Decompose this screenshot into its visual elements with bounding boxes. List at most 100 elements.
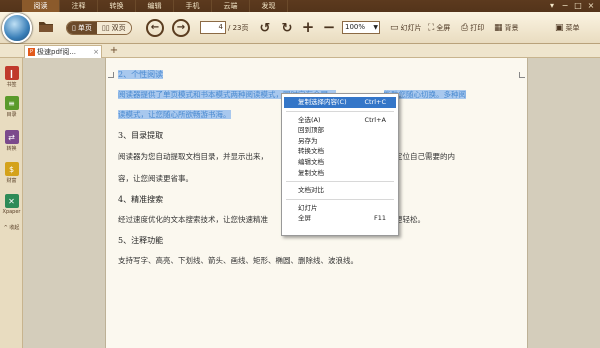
tab-cloud[interactable]: 云端 [212,0,250,12]
crop-mark [108,72,114,78]
page-number-input[interactable]: 4 [200,21,226,34]
double-page-label: 双页 [111,24,126,32]
sidebar-item-wealth[interactable]: $ 财富 [2,162,21,184]
paragraph-text: 经过速度优化的文本搜索技术，让您快速精准 [118,215,268,224]
maximize-icon[interactable]: □ [573,1,583,10]
heading-text: 2、个性阅读 [118,70,164,79]
document-tab[interactable]: P 极速pdf阅... × [24,45,102,58]
tab-read[interactable]: 阅读 [22,0,60,12]
sidebar-item-toc[interactable]: ≡ 目录 [2,96,21,118]
page-navigator: 4 / 23页 [200,21,249,34]
menu-item-edit-document[interactable]: 编辑文档 [282,157,398,168]
chevron-down-icon: ▼ [373,24,378,31]
fullscreen-button[interactable]: ⛶ 全屏 [428,22,450,34]
fullscreen-label: 全屏 [436,24,451,32]
tab-discover[interactable]: 发现 [250,0,288,12]
sidebar-item-bookmarks[interactable]: ❙ 书签 [2,66,21,88]
slideshow-icon: ▭ [390,23,399,33]
tab-close-icon[interactable]: × [93,48,99,56]
menu-item-label: 复制选择内容(C) [298,98,347,106]
single-page-icon: ▯ [72,24,76,32]
new-tab-button[interactable]: + [108,46,120,57]
sidebar-item-label: 财富 [6,178,17,184]
print-label: 打印 [470,24,485,32]
tab-edit[interactable]: 编辑 [136,0,174,12]
menu-item-save-as[interactable]: 另存为 [282,136,398,147]
sidebar-item-label: Xpaper [2,209,21,215]
menu-item-slideshow[interactable]: 幻灯片 [282,203,398,214]
sidebar-item-label: 目录 [6,112,17,118]
paragraph-line: 支持写字、高亮、下划线、箭头、画线、矩形、椭圆、删除线、波浪线。 [118,256,358,265]
tab-convert[interactable]: 转换 [98,0,136,12]
toc-icon: ≡ [4,96,19,110]
menu-item-copy-document[interactable]: 复制文档 [282,168,398,179]
view-mode-toggle: ▯ 单页 ▯▯ 双页 [66,21,132,35]
zoom-in-icon[interactable]: + [301,18,315,36]
minimize-icon[interactable]: − [560,1,570,10]
menu-separator [286,198,394,200]
close-icon[interactable]: × [586,1,596,10]
background-label: 背景 [504,24,519,32]
window-controls: ▾ − □ × [547,1,596,10]
xpaper-icon: ✕ [4,194,19,208]
zoom-select[interactable]: 100% ▼ [342,21,380,34]
toolbar: ▯ 单页 ▯▯ 双页 ← → 4 / 23页 ↺ ↻ + − 100% ▼ ▭ … [0,12,600,44]
double-page-button[interactable]: ▯▯ 双页 [96,22,131,34]
tab-annotate[interactable]: 注释 [60,0,98,12]
menu-item-compare-documents[interactable]: 文档对比 [282,185,398,196]
menu-separator [286,110,394,112]
rotate-right-icon[interactable]: ↻ [280,20,294,36]
menu-icon: ▣ [555,23,564,33]
section-heading: 5、注释功能 [118,236,164,245]
sidebar-item-xpaper[interactable]: ✕ Xpaper [2,194,21,215]
menu-item-convert-document[interactable]: 转换文档 [282,146,398,157]
zoom-value: 100% [345,23,366,31]
section-heading: 2、个性阅读 [118,70,518,80]
shortcut-label: Ctrl+A [364,115,386,124]
app-logo [2,13,32,43]
shortcut-label: Ctrl+C [364,98,386,106]
open-folder-icon[interactable] [38,20,54,33]
sidebar-item-label: ^ 收起 [3,225,20,231]
document-tabs: P 极速pdf阅... × + [0,44,600,58]
menu-item-back-to-top[interactable]: 回到顶部 [282,125,398,136]
menu-item-label: 全屏 [298,214,311,223]
sidebar-item-convert[interactable]: ⇄ 转换 [2,130,21,152]
background-button[interactable]: ▦ 背景 [494,22,519,34]
main-menu-button[interactable]: ▣ 菜单 [555,22,580,34]
tab-mobile[interactable]: 手机 [174,0,212,12]
main-menu-label: 菜单 [565,24,580,32]
menu-item-fullscreen[interactable]: 全屏 F11 [282,213,398,224]
convert-icon: ⇄ [4,130,19,144]
print-button[interactable]: ⎙ 打印 [461,22,484,34]
zoom-out-icon[interactable]: − [322,18,336,36]
menu-tabs: 阅读 注释 转换 编辑 手机 云端 发现 [22,0,288,12]
skin-icon[interactable]: ▾ [547,1,557,10]
slideshow-button[interactable]: ▭ 幻灯片 [390,22,422,34]
crop-mark [519,72,525,78]
sidebar-item-label: 书签 [6,82,17,88]
menu-item-label: 全选(A) [298,115,321,124]
arrow-right-icon: → [176,22,186,33]
context-menu: 复制选择内容(C) Ctrl+C 全选(A) Ctrl+A 回到顶部 另存为 转… [281,93,399,236]
menu-item-select-all[interactable]: 全选(A) Ctrl+A [282,115,398,126]
total-pages-label: / 23页 [228,23,249,32]
selected-text: 读模式，让您随心所欲畅游书海。 [118,110,231,119]
single-page-button[interactable]: ▯ 单页 [67,22,97,34]
money-icon: $ [4,162,19,176]
document-tab-title: 极速pdf阅... [37,48,77,56]
pdf-file-icon: P [28,48,35,56]
printer-icon: ⎙ [461,23,469,33]
slideshow-label: 幻灯片 [400,24,422,32]
prev-page-button[interactable]: ← [146,19,164,37]
bookmark-icon: ❙ [4,66,19,80]
sidebar-collapse-button[interactable]: ^ 收起 [2,224,21,231]
shortcut-label: F11 [373,214,386,223]
menu-item-copy-selection[interactable]: 复制选择内容(C) Ctrl+C [284,97,396,108]
single-page-label: 单页 [77,24,92,32]
next-page-button[interactable]: → [172,19,190,37]
rotate-left-icon[interactable]: ↺ [258,20,272,36]
double-page-icon: ▯▯ [101,24,110,32]
paragraph-text: 阅读器为您自动提取文档目录，并显示出来， [118,152,268,161]
sidebar-item-label: 转换 [6,146,17,152]
